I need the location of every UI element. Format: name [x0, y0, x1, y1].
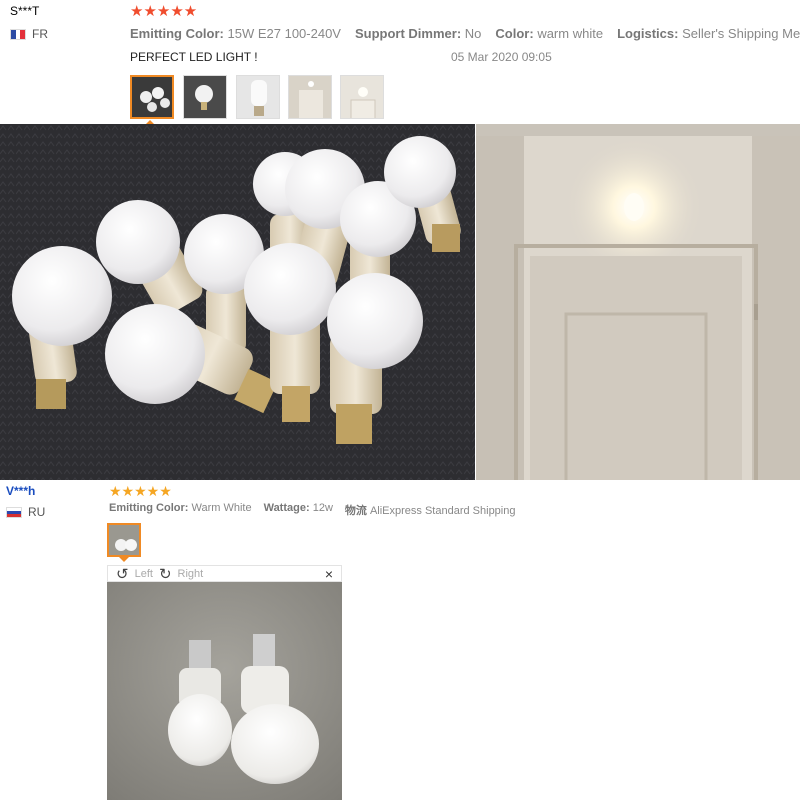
- attr-emitting-color: Emitting Color: Warm White: [109, 502, 252, 514]
- attr-logistics: Logistics: Seller's Shipping Method: [617, 26, 800, 41]
- review-text: PERFECT LED LIGHT !: [130, 50, 258, 64]
- rating-stars: ★★★★★: [130, 3, 198, 20]
- russia-flag-icon: [6, 506, 22, 518]
- photo-viewer-toolbar: ↺ Left ↻ Right ×: [107, 565, 342, 583]
- reviewer-name: V***h: [6, 484, 36, 498]
- rotate-right-icon[interactable]: ↻: [159, 565, 172, 583]
- review-photo-thumb[interactable]: [236, 75, 280, 119]
- review-photo-door[interactable]: [476, 124, 800, 480]
- rotate-right-button[interactable]: Right: [178, 568, 204, 580]
- rotate-left-button[interactable]: Left: [135, 568, 153, 580]
- review-photo-thumb[interactable]: [107, 523, 141, 557]
- attr-emitting-color: Emitting Color: 15W E27 100-240V: [130, 26, 341, 41]
- country-code: RU: [28, 505, 46, 519]
- close-icon[interactable]: ×: [325, 566, 333, 582]
- reviewer-name: S***T: [10, 4, 40, 18]
- rotate-left-icon[interactable]: ↺: [116, 565, 129, 583]
- reviewer-country: FR: [10, 27, 48, 41]
- reviewer-country: RU: [6, 505, 45, 519]
- order-attributes: Emitting Color: Warm White Wattage: 12w …: [109, 502, 515, 518]
- order-attributes: Emitting Color: 15W E27 100-240V Support…: [130, 26, 800, 41]
- attr-wattage: Wattage: 12w: [263, 502, 333, 514]
- review-photo-thumb[interactable]: [288, 75, 332, 119]
- attr-color: Color: warm white: [495, 26, 604, 41]
- review-photo-thumb[interactable]: [340, 75, 384, 119]
- attr-logistics: 物流 AliExpress Standard Shipping: [344, 505, 516, 517]
- review-photo-thumb[interactable]: [183, 75, 227, 119]
- france-flag-icon: [10, 28, 26, 40]
- review-photo-thumb[interactable]: [130, 75, 174, 119]
- country-code: FR: [32, 27, 48, 41]
- attr-support-dimmer: Support Dimmer: No: [354, 26, 482, 41]
- selected-thumb-pointer: [119, 557, 129, 562]
- review-photo-bulbs[interactable]: [0, 124, 475, 480]
- rating-stars: ★★★★★: [109, 483, 172, 499]
- review-photo-enlarged[interactable]: [107, 582, 342, 800]
- review-date: 05 Mar 2020 09:05: [451, 50, 552, 64]
